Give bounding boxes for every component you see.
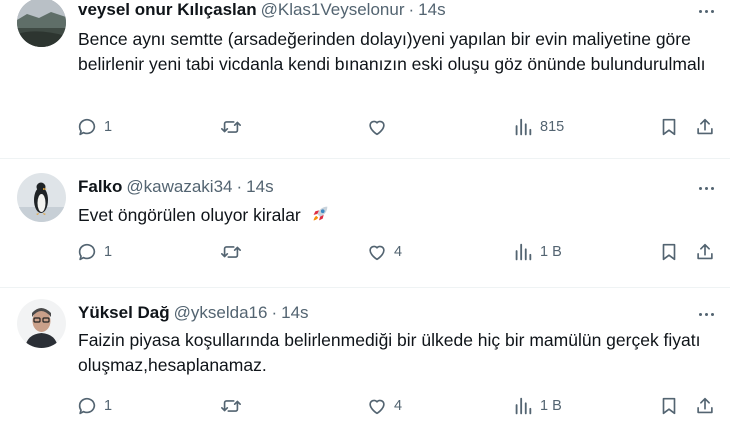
separator-dot: ·	[271, 303, 278, 322]
like-count: 4	[394, 398, 403, 414]
share-button[interactable]	[694, 395, 716, 417]
rocket-emoji-icon	[313, 206, 327, 221]
reply-icon	[78, 118, 96, 136]
tweet-text: Bence aynı semtte (arsadeğerinden dolayı…	[78, 29, 706, 74]
bookmark-icon	[662, 243, 676, 261]
bookmark-icon	[662, 118, 676, 136]
timestamp[interactable]: 14s	[418, 0, 445, 19]
like-button[interactable]: 4	[366, 241, 402, 263]
tweet-1[interactable]: veysel onur Kılıçaslan @Klas1Veyselonur · 1…	[0, 0, 730, 158]
repost-icon	[221, 400, 241, 412]
author-handle[interactable]: @kawazaki34	[126, 177, 232, 196]
separator-dot: ·	[236, 177, 243, 196]
reply-button[interactable]: 1	[76, 395, 112, 417]
action-bar: 1 815	[70, 116, 730, 146]
tweet-text: Faizin piyasa koşullarında belirlenmediğ…	[78, 330, 701, 375]
avatar-veysel[interactable]	[17, 0, 66, 47]
like-icon	[369, 120, 385, 136]
author-name[interactable]: veysel onur Kılıçaslan	[78, 0, 257, 19]
like-button[interactable]	[366, 116, 394, 138]
views-count: 1 B	[540, 244, 562, 260]
repost-button[interactable]	[220, 241, 248, 263]
repost-icon	[221, 246, 241, 258]
views-button[interactable]: 815	[512, 116, 564, 138]
author-name[interactable]: Falko	[78, 177, 122, 196]
share-button[interactable]	[694, 241, 716, 263]
more-icon[interactable]	[694, 1, 718, 21]
author-handle[interactable]: @Klas1Veyselonur	[261, 0, 405, 19]
bookmark-icon	[662, 397, 676, 415]
more-icon[interactable]	[694, 178, 718, 198]
views-button[interactable]: 1 B	[512, 241, 562, 263]
avatar-falko[interactable]	[17, 173, 66, 222]
bookmark-button[interactable]	[658, 241, 680, 263]
reply-count: 1	[104, 398, 113, 414]
share-icon	[697, 397, 713, 414]
tweet-text-content: Evet öngörülen oluyor kiralar	[78, 205, 301, 225]
timestamp[interactable]: 14s	[246, 177, 273, 196]
tweet-2[interactable]: Falko @kawazaki34 · 14s Evet öngörülen oluy…	[0, 159, 730, 287]
views-count: 815	[540, 119, 565, 135]
more-icon[interactable]	[694, 304, 718, 324]
tweet-text: Evet öngörülen oluyor kiralar	[78, 203, 718, 228]
views-icon	[515, 397, 532, 415]
views-count: 1 B	[540, 398, 562, 414]
views-button[interactable]: 1 B	[512, 395, 562, 417]
separator-dot: ·	[408, 0, 415, 19]
views-icon	[515, 118, 532, 136]
repost-icon	[221, 121, 241, 133]
like-icon	[369, 245, 385, 261]
reply-button[interactable]: 1	[76, 241, 112, 263]
author-handle[interactable]: @ykselda16	[174, 303, 268, 322]
bookmark-button[interactable]	[658, 395, 680, 417]
repost-button[interactable]	[220, 116, 248, 138]
like-button[interactable]: 4	[366, 395, 402, 417]
action-bar: 1 4 1 B	[70, 241, 730, 271]
avatar-yuksel[interactable]	[17, 299, 66, 348]
share-icon	[697, 243, 713, 260]
repost-button[interactable]	[220, 395, 248, 417]
share-button[interactable]	[694, 116, 716, 138]
bookmark-button[interactable]	[658, 116, 680, 138]
views-icon	[515, 243, 532, 261]
action-bar: 1 4 1 B	[70, 395, 730, 425]
reply-button[interactable]: 1	[76, 116, 112, 138]
author-name[interactable]: Yüksel Dağ	[78, 303, 170, 322]
like-count: 4	[394, 244, 403, 260]
tweet-3[interactable]: Yüksel Dağ @ykselda16 · 14s Faizin piyasa k…	[0, 288, 730, 420]
reply-count: 1	[104, 119, 113, 135]
like-icon	[369, 399, 385, 415]
reply-count: 1	[104, 244, 113, 260]
timestamp[interactable]: 14s	[281, 303, 308, 322]
reply-icon	[78, 397, 96, 415]
reply-icon	[78, 243, 96, 261]
share-icon	[697, 118, 713, 135]
